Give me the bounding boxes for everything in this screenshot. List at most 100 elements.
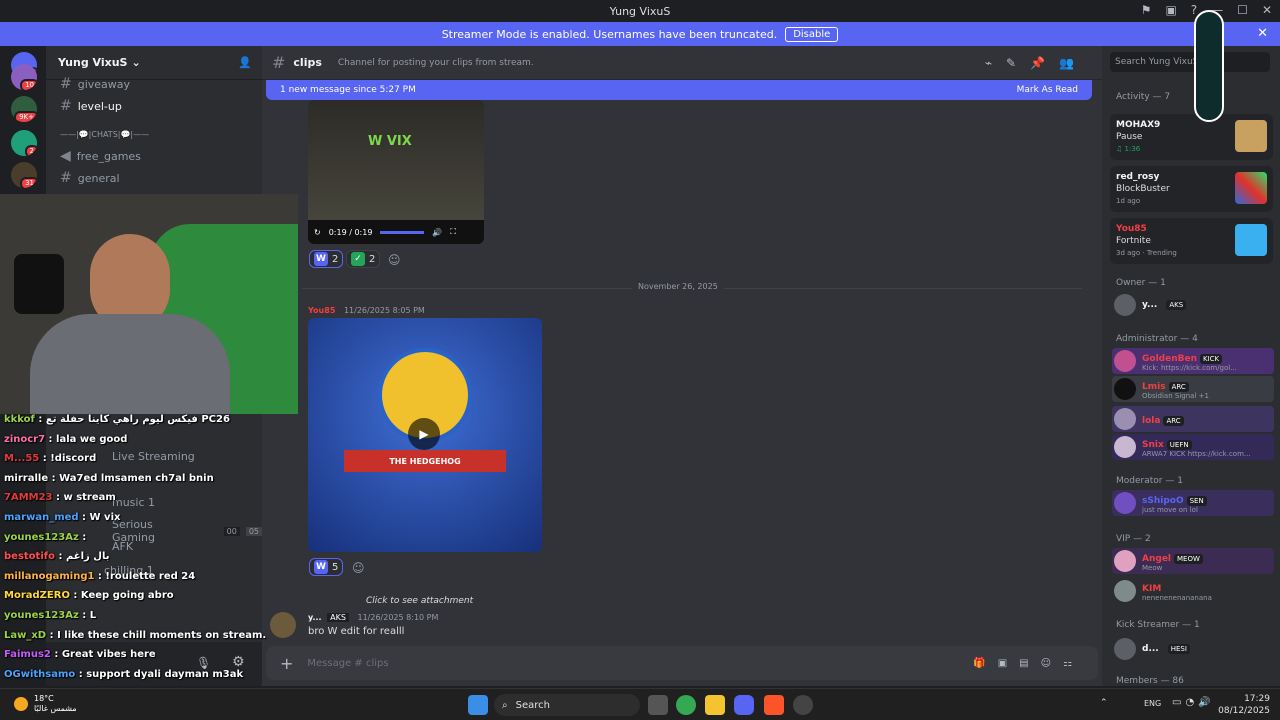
play-icon[interactable]: ▶: [408, 418, 440, 450]
composer-toolbar-icons[interactable]: 🎁▣▤☺⚏: [973, 658, 1084, 669]
member-item[interactable]: lola ARC: [1112, 406, 1274, 432]
member-item[interactable]: GoldenBen KICK Kick: https://kick.com/gol.…: [1112, 348, 1274, 374]
chat-line: younes123Az :: [4, 532, 86, 543]
chat-message: w stream: [63, 492, 116, 504]
activity-art: [1235, 120, 1267, 152]
add-member-icon[interactable]: 👤: [238, 56, 252, 69]
maximize-icon[interactable]: ☐: [1237, 3, 1248, 17]
reply-preview[interactable]: Click to see attachment: [366, 596, 473, 606]
server-icon[interactable]: 2: [11, 130, 37, 156]
w-emoji-icon: W: [314, 560, 328, 574]
weather-widget[interactable]: 18°C مشمس غالبًا: [14, 694, 77, 714]
progress-bar[interactable]: [380, 230, 425, 234]
banner-close-icon[interactable]: ✕: [1257, 26, 1268, 41]
activity-card[interactable]: red_rosy BlockBuster 1d ago: [1110, 166, 1273, 212]
composer-placeholder[interactable]: Message # clips: [307, 658, 388, 669]
mark-as-read-button[interactable]: Mark As Read: [1017, 85, 1078, 95]
avatar[interactable]: [270, 612, 296, 638]
check-emoji-icon: ✓: [351, 252, 365, 266]
discord-taskbar-icon[interactable]: [734, 695, 754, 715]
fullscreen-icon[interactable]: ⛶: [450, 227, 456, 237]
add-reaction-icon[interactable]: ☺: [388, 253, 401, 267]
server-icon[interactable]: 10: [11, 64, 37, 90]
upload-plus-icon[interactable]: +: [280, 654, 293, 673]
reaction-check[interactable]: ✓ 2: [346, 250, 381, 268]
start-icon[interactable]: [468, 695, 488, 715]
app-icon[interactable]: [793, 695, 813, 715]
streamer-mode-banner: Streamer Mode is enabled. Usernames have…: [0, 22, 1280, 46]
role-section-admin: Administrator — 4: [1116, 334, 1198, 344]
reaction-w[interactable]: W2: [309, 250, 344, 268]
inbox-icon[interactable]: ⚑: [1141, 3, 1152, 17]
message-author[interactable]: y...: [308, 613, 322, 622]
brave-icon[interactable]: [764, 695, 784, 715]
message-meta: You85 11/26/2025 8:05 PM: [308, 306, 425, 315]
chrome-icon[interactable]: [676, 695, 696, 715]
message-author[interactable]: You85: [308, 306, 335, 315]
member-name: y...: [1142, 300, 1158, 310]
channel-item-giveaway[interactable]: # giveaway: [60, 76, 130, 92]
activity-card[interactable]: You85 Fortnite 3d ago · Trending: [1110, 218, 1273, 264]
video-attachment[interactable]: W VIX ↻ 0:19 / 0:19 🔊 ⛶: [308, 100, 484, 244]
header-toolbar-icons[interactable]: ⌁✎📌👥: [985, 56, 1088, 70]
unread-badge: 2: [24, 145, 37, 156]
activity-game: BlockBuster: [1116, 184, 1170, 194]
chat-separator: :: [45, 433, 57, 445]
tray-status-icons[interactable]: ▭◔🔊: [1172, 697, 1215, 708]
channel-item-free-games[interactable]: ◀ free_games: [60, 148, 141, 164]
channel-item-level-up[interactable]: # level-up: [60, 98, 122, 114]
message-composer[interactable]: + Message # clips 🎁▣▤☺⚏: [266, 646, 1098, 680]
language-indicator[interactable]: ENG: [1144, 699, 1161, 708]
chat-line: 7AMM23 : w stream: [4, 492, 116, 503]
avatar: [1114, 408, 1136, 430]
add-reaction-icon[interactable]: ☺: [352, 561, 365, 575]
video-attachment[interactable]: THE HEDGEHOG ▶: [308, 318, 542, 552]
member-item[interactable]: Angel MEOW Meow: [1112, 548, 1274, 574]
server-icon[interactable]: 31: [11, 162, 37, 188]
member-item[interactable]: sShipoO SEN just move on lol: [1112, 490, 1274, 516]
disable-button[interactable]: Disable: [785, 26, 839, 42]
weather-desc: مشمس غالبًا: [34, 704, 77, 713]
chat-message: I like these chill moments on stream.: [57, 629, 267, 641]
volume-icon[interactable]: 🔊: [432, 228, 442, 237]
chat-username: M...55: [4, 453, 40, 465]
search-input[interactable]: Search Yung VixuS: [1110, 52, 1270, 72]
replay-icon[interactable]: ↻: [314, 228, 321, 237]
task-view-icon[interactable]: [648, 695, 668, 715]
chat-message: support dyali dayman m3ak: [86, 668, 244, 680]
message-timestamp: 11/26/2025 8:05 PM: [343, 306, 425, 315]
member-item[interactable]: d... HESI: [1112, 636, 1274, 662]
avatar: [1114, 294, 1136, 316]
chat-username: millanogaming1: [4, 570, 95, 582]
member-tag: ARC: [1168, 382, 1189, 392]
member-item[interactable]: Lmis ARC Obsidian Signal +1: [1112, 376, 1274, 402]
channel-label: free_games: [76, 149, 141, 163]
screen-icon[interactable]: ▣: [1165, 3, 1176, 17]
category-chats[interactable]: ——|💬|CHATS|💬|——: [60, 130, 149, 139]
megaphone-icon: ◀: [60, 148, 71, 164]
file-explorer-icon[interactable]: [705, 695, 725, 715]
avatar: [1114, 492, 1136, 514]
channel-item-general[interactable]: # general: [60, 170, 120, 186]
activity-art: [1235, 172, 1267, 204]
chat-separator: :: [46, 629, 58, 641]
member-item[interactable]: KIM nenenenenananana: [1112, 578, 1274, 604]
server-header[interactable]: Yung VixuS ⌄ 👤: [46, 46, 262, 80]
chat-line: M...55 : !discord: [4, 453, 96, 464]
avatar: [1114, 638, 1136, 660]
server-icon[interactable]: 9K+: [11, 96, 37, 122]
member-item[interactable]: y... AKS: [1112, 292, 1274, 318]
new-messages-bar[interactable]: 1 new message since 5:27 PM Mark As Read: [266, 80, 1092, 100]
tray-chevron-icon[interactable]: ⌃: [1100, 698, 1108, 708]
taskbar-search[interactable]: ⌕ Search: [494, 694, 640, 716]
member-name: KIM: [1142, 584, 1162, 594]
channel-topic: Channel for posting your clips from stre…: [337, 57, 534, 68]
close-icon[interactable]: ✕: [1262, 3, 1272, 17]
search-icon: ⌕: [502, 699, 508, 711]
activity-card[interactable]: MOHAX9 Pause ♫ 1:36: [1110, 114, 1273, 160]
member-item[interactable]: Snix UEFN ARWA7 KICK https://kick.com...: [1112, 434, 1274, 460]
clock[interactable]: 17:29 08/12/2025: [1218, 693, 1270, 717]
reaction-w[interactable]: W5: [309, 558, 344, 576]
weather-temp: 18°C: [34, 694, 54, 703]
member-name: Lmis: [1142, 382, 1166, 392]
